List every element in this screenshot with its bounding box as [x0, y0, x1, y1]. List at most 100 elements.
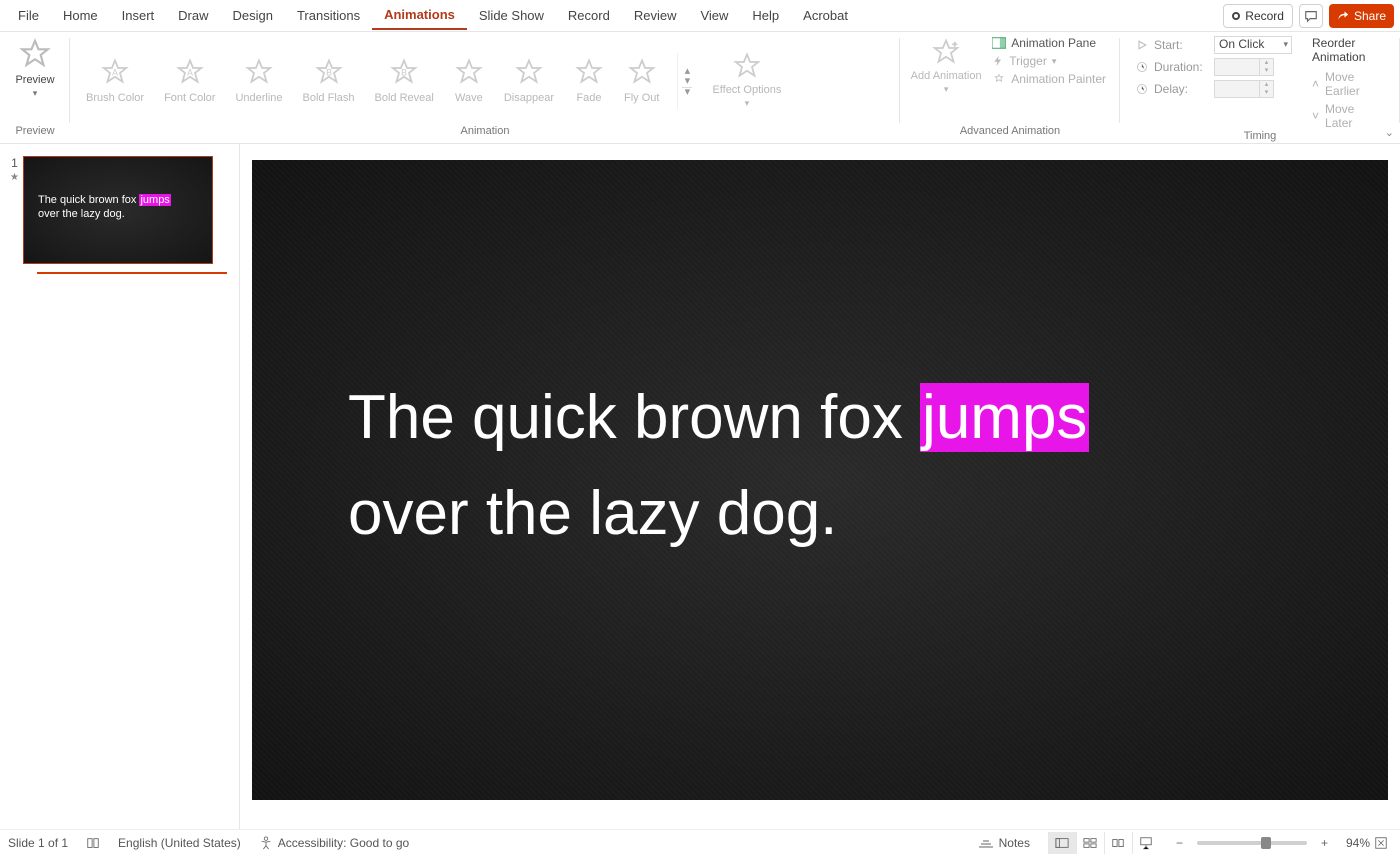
zoom-slider[interactable]: [1197, 841, 1307, 845]
zoom-out-button[interactable]: −: [1170, 836, 1189, 850]
effect-options-button[interactable]: Effect Options ▾: [708, 50, 785, 111]
animation-gallery[interactable]: ABrush Color AFont Color Underline BBold…: [80, 54, 665, 108]
tab-home[interactable]: Home: [51, 2, 110, 29]
reading-view-button[interactable]: [1104, 832, 1132, 854]
play-icon: [1136, 39, 1148, 51]
anim-disappear[interactable]: Disappear: [504, 58, 554, 104]
animation-painter-button[interactable]: Animation Painter: [992, 72, 1106, 86]
tab-transitions[interactable]: Transitions: [285, 2, 372, 29]
thumb-selection-underline: [37, 272, 227, 274]
thumbnail-pane[interactable]: 1 ★ The quick brown fox jumps over the l…: [0, 144, 240, 829]
group-preview-label: Preview: [10, 125, 60, 141]
delay-input[interactable]: ▴▾: [1214, 80, 1274, 98]
delay-row: Delay: ▴▾: [1136, 80, 1292, 98]
comments-button[interactable]: [1299, 4, 1323, 28]
tab-slideshow[interactable]: Slide Show: [467, 2, 556, 29]
slide-thumbnail-1[interactable]: The quick brown fox jumps over the lazy …: [23, 156, 213, 264]
zoom-in-button[interactable]: +: [1315, 836, 1334, 850]
tab-design[interactable]: Design: [221, 2, 285, 29]
start-value: On Click: [1215, 37, 1264, 51]
star-icon: [732, 52, 762, 82]
group-advanced-animation: Add Animation ▾ Animation Pane Trigger ▾…: [900, 32, 1120, 143]
svg-text:A: A: [112, 67, 118, 77]
ribbon-collapse-button[interactable]: ⌄: [1385, 126, 1394, 139]
tab-acrobat[interactable]: Acrobat: [791, 2, 860, 29]
start-select[interactable]: On Click ▾: [1214, 36, 1292, 54]
notes-label: Notes: [999, 836, 1030, 850]
star-icon: A: [100, 58, 130, 88]
slide-number: 1: [11, 156, 18, 170]
tab-review[interactable]: Review: [622, 2, 689, 29]
normal-view-button[interactable]: [1048, 832, 1076, 854]
presenter-icon: [1139, 836, 1153, 850]
anim-label: Bold Reveal: [375, 92, 434, 104]
status-accessibility[interactable]: Accessibility: Good to go: [259, 836, 409, 850]
tab-animations[interactable]: Animations: [372, 1, 467, 30]
group-timing-label: Timing: [1130, 130, 1390, 142]
zoom-slider-thumb[interactable]: [1261, 837, 1271, 849]
preview-button[interactable]: Preview ▾: [10, 36, 60, 101]
tab-help[interactable]: Help: [740, 2, 791, 29]
slide-text-highlighted: jumps: [920, 383, 1089, 452]
svg-text:A: A: [187, 67, 193, 77]
slide-1[interactable]: The quick brown fox jumps over the lazy …: [252, 160, 1388, 800]
anim-brush-color[interactable]: ABrush Color: [86, 58, 144, 104]
chevron-down-icon: ▾: [1052, 56, 1057, 67]
chevron-down-icon: ▾: [33, 88, 38, 99]
move-later-button[interactable]: ˅Move Later: [1312, 102, 1382, 130]
anim-bold-reveal[interactable]: BBold Reveal: [375, 58, 434, 104]
zoom-value[interactable]: 94%: [1334, 836, 1370, 850]
book-icon: [86, 836, 100, 850]
chevron-up-icon: ▴: [1260, 81, 1273, 89]
share-icon: [1337, 10, 1349, 22]
star-plus-icon: [931, 38, 961, 68]
menu-bar: File Home Insert Draw Design Transitions…: [0, 0, 1400, 32]
chevron-down-icon: ⌄: [1385, 127, 1394, 139]
tab-file[interactable]: File: [6, 2, 51, 29]
accessibility-icon: [259, 836, 273, 850]
record-button[interactable]: Record: [1223, 4, 1293, 28]
slide-canvas-area[interactable]: The quick brown fox jumps over the lazy …: [240, 144, 1400, 829]
tab-draw[interactable]: Draw: [166, 2, 220, 29]
anim-fade[interactable]: Fade: [574, 58, 604, 104]
anim-label: Underline: [235, 92, 282, 104]
view-buttons: [1048, 832, 1160, 854]
status-spellcheck[interactable]: [86, 836, 100, 850]
notes-button[interactable]: Notes: [978, 836, 1030, 850]
add-animation-button[interactable]: Add Animation ▾: [910, 36, 982, 97]
move-earlier-button[interactable]: ˄Move Earlier: [1312, 70, 1382, 98]
trigger-button[interactable]: Trigger ▾: [992, 54, 1106, 68]
tab-record[interactable]: Record: [556, 2, 622, 29]
anim-bold-flash[interactable]: BBold Flash: [303, 58, 355, 104]
fit-icon: [1374, 836, 1388, 850]
share-label: Share: [1354, 9, 1386, 23]
tab-insert[interactable]: Insert: [110, 2, 167, 29]
slideshow-view-button[interactable]: [1132, 832, 1160, 854]
slide-text[interactable]: The quick brown fox jumps over the lazy …: [348, 370, 1089, 562]
anim-fly-out[interactable]: Fly Out: [624, 58, 659, 104]
fit-to-window-button[interactable]: [1370, 836, 1392, 850]
normal-view-icon: [1055, 837, 1069, 849]
share-button[interactable]: Share: [1329, 4, 1394, 28]
animation-pane-button[interactable]: Animation Pane: [992, 36, 1106, 50]
svg-text:B: B: [326, 67, 332, 77]
star-icon: [244, 58, 274, 88]
anim-font-color[interactable]: AFont Color: [164, 58, 215, 104]
group-animation: ABrush Color AFont Color Underline BBold…: [70, 32, 900, 143]
gallery-more-button[interactable]: ▴ ▾ ▾: [677, 53, 696, 109]
chevron-up-icon: ˄: [1312, 77, 1319, 91]
duration-input[interactable]: ▴▾: [1214, 58, 1274, 76]
anim-wave[interactable]: Wave: [454, 58, 484, 104]
status-slide-number[interactable]: Slide 1 of 1: [8, 836, 68, 850]
chevron-down-icon: ▾: [1260, 89, 1273, 97]
anim-underline[interactable]: Underline: [235, 58, 282, 104]
sorter-view-button[interactable]: [1076, 832, 1104, 854]
status-language[interactable]: English (United States): [118, 836, 241, 850]
comment-icon: [1304, 9, 1318, 23]
record-label: Record: [1245, 9, 1284, 23]
reading-icon: [1111, 837, 1125, 849]
trigger-label: Trigger: [1009, 54, 1047, 68]
status-language-text: English (United States): [118, 836, 241, 850]
thumb-text: The quick brown fox jumps over the lazy …: [38, 193, 171, 221]
tab-view[interactable]: View: [688, 2, 740, 29]
